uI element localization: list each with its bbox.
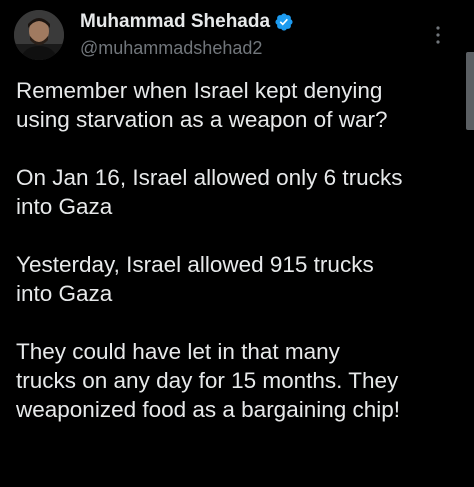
tweet-paragraph: Remember when Israel kept denying using … [16, 78, 388, 132]
user-handle[interactable]: @muhammadshehad2 [80, 38, 434, 59]
name-row: Muhammad Shehada [80, 10, 434, 34]
verified-badge-icon [275, 13, 293, 31]
tweet-card: Muhammad Shehada @muhammadshehad2 Rememb… [0, 0, 474, 487]
tweet-paragraph: They could have let in that many trucks … [16, 339, 401, 422]
tweet-paragraph: On Jan 16, Israel allowed only 6 trucks … [16, 165, 403, 219]
more-options-icon[interactable] [434, 24, 442, 46]
tweet-paragraph: Yesterday, Israel allowed 915 trucks int… [16, 252, 374, 306]
avatar-photo-icon [14, 10, 64, 60]
avatar[interactable] [14, 10, 64, 60]
display-name[interactable]: Muhammad Shehada [80, 11, 270, 33]
tweet-header: Muhammad Shehada @muhammadshehad2 [80, 10, 434, 59]
tweet-text: Remember when Israel kept denying using … [16, 76, 462, 424]
scrollbar-thumb[interactable] [466, 52, 474, 130]
